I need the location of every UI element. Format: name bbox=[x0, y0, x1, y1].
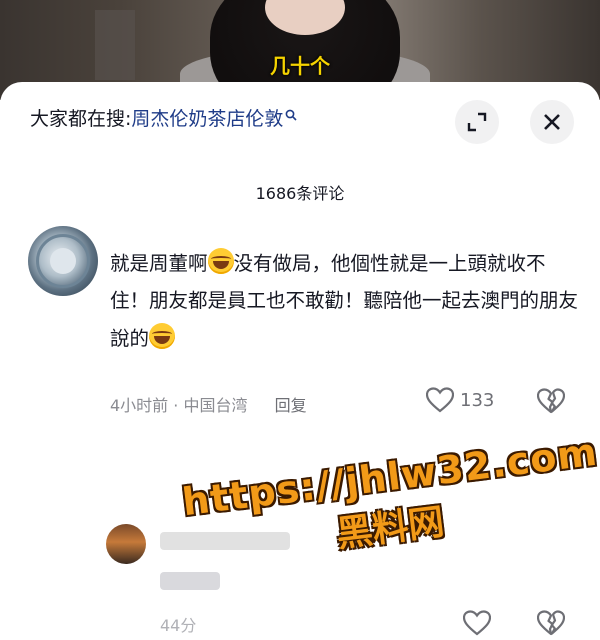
comment-text-part-1: 就是周董啊 bbox=[110, 252, 208, 275]
search-suggestion[interactable]: 大家都在搜:周杰伦奶茶店伦敦 bbox=[30, 104, 297, 131]
avatar[interactable] bbox=[28, 226, 98, 296]
meta-separator: · bbox=[173, 396, 179, 415]
comment-time: 44分 bbox=[160, 616, 197, 635]
like-button[interactable]: 133 bbox=[426, 387, 494, 413]
comment-sheet: 大家都在搜:周杰伦奶茶店伦敦 1686条评论 就是周董啊 没有做局，他個性就是一上… bbox=[0, 82, 600, 636]
like-button[interactable] bbox=[462, 610, 492, 640]
comment-meta: 44分 bbox=[160, 612, 196, 636]
comment-location: 中国台湾 bbox=[183, 396, 248, 415]
heart-icon bbox=[426, 387, 454, 413]
avatar[interactable] bbox=[106, 524, 146, 564]
comment-text: 就是周董啊 没有做局，他個性就是一上頭就收不住！朋友都是員工也不敢勸！聽陪他一起去… bbox=[110, 244, 580, 357]
video-caption: 几十个 bbox=[270, 54, 330, 78]
expand-button[interactable] bbox=[455, 100, 499, 144]
like-count: 133 bbox=[460, 389, 495, 411]
comment-username bbox=[160, 532, 290, 550]
dislike-button[interactable] bbox=[536, 388, 566, 418]
comment-meta: 4小时前 · 中国台湾 回复 bbox=[110, 392, 307, 416]
broken-heart-icon bbox=[536, 388, 566, 414]
dislike-button[interactable] bbox=[536, 610, 566, 640]
close-button[interactable] bbox=[530, 100, 574, 144]
expand-icon bbox=[467, 112, 487, 132]
search-prefix: 大家都在搜: bbox=[30, 108, 132, 130]
search-query-link[interactable]: 周杰伦奶茶店伦敦 bbox=[131, 108, 283, 130]
heart-icon bbox=[462, 610, 492, 636]
reply-button[interactable]: 回复 bbox=[275, 396, 307, 415]
avatar-center bbox=[50, 248, 76, 274]
comment-text bbox=[160, 572, 220, 590]
broken-heart-icon bbox=[536, 610, 566, 636]
close-icon bbox=[544, 114, 560, 130]
comment-count: 1686条评论 bbox=[255, 184, 345, 203]
comment-time: 4小时前 bbox=[110, 396, 169, 415]
laugh-cry-emoji-icon bbox=[149, 323, 176, 349]
search-icon bbox=[285, 104, 297, 121]
sweat-laugh-emoji-icon bbox=[207, 248, 234, 274]
